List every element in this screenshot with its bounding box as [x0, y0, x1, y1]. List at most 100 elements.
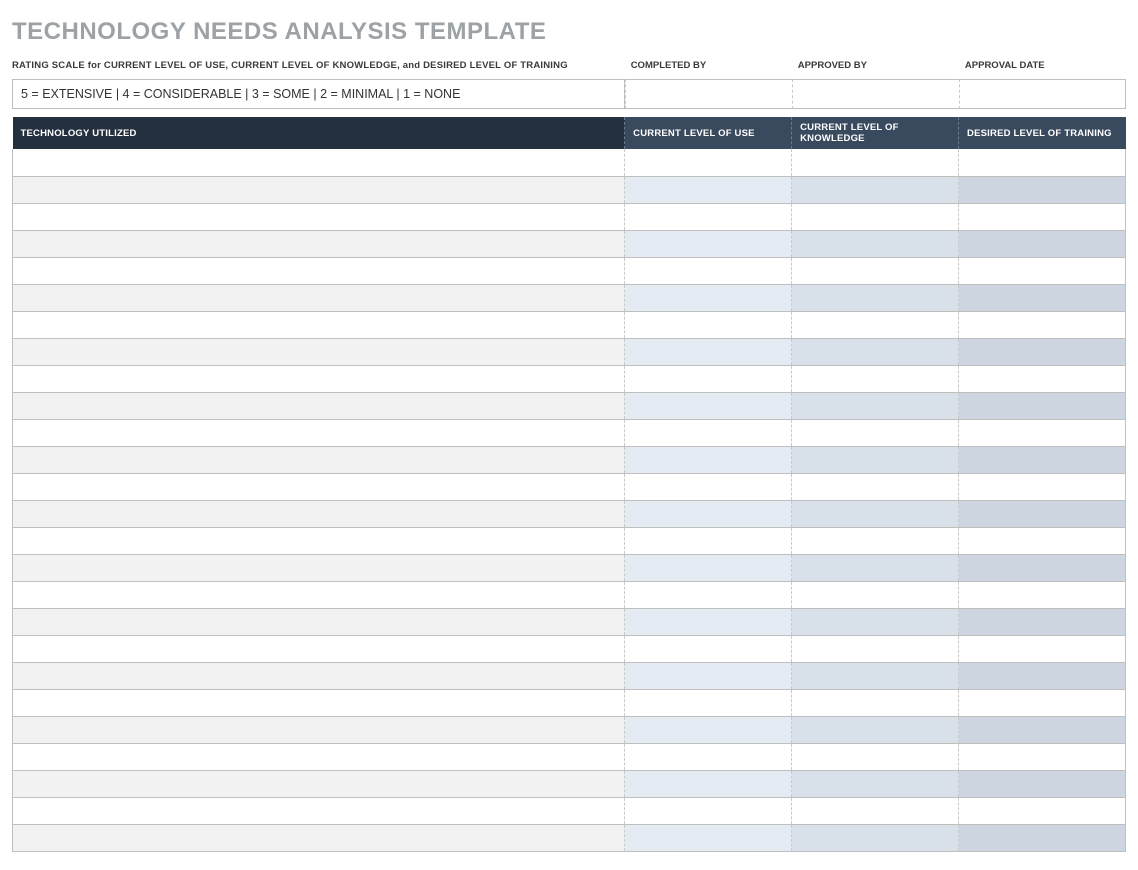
- cell-knowledge-input[interactable]: [792, 258, 958, 284]
- cell-use-input[interactable]: [625, 339, 791, 365]
- cell-knowledge-input[interactable]: [792, 474, 958, 500]
- cell-technology-input[interactable]: [13, 555, 624, 581]
- cell-use-input[interactable]: [625, 312, 791, 338]
- cell-knowledge-input[interactable]: [792, 663, 958, 689]
- cell-use-input[interactable]: [625, 366, 791, 392]
- cell-use-input[interactable]: [625, 177, 791, 203]
- cell-knowledge-input[interactable]: [792, 204, 958, 230]
- cell-technology-input[interactable]: [13, 339, 624, 365]
- cell-training-input[interactable]: [959, 285, 1125, 311]
- cell-knowledge-input[interactable]: [792, 149, 958, 176]
- cell-technology-input[interactable]: [13, 744, 624, 770]
- cell-knowledge-input[interactable]: [792, 231, 958, 257]
- cell-technology-input[interactable]: [13, 582, 624, 608]
- cell-use-input[interactable]: [625, 636, 791, 662]
- cell-training-input[interactable]: [959, 798, 1125, 824]
- cell-technology-input[interactable]: [13, 717, 624, 743]
- cell-training-input[interactable]: [959, 717, 1125, 743]
- cell-use-input[interactable]: [625, 420, 791, 446]
- cell-training-input[interactable]: [959, 501, 1125, 527]
- cell-knowledge-input[interactable]: [792, 393, 958, 419]
- cell-training-input[interactable]: [959, 393, 1125, 419]
- cell-knowledge-input[interactable]: [792, 447, 958, 473]
- cell-training-input[interactable]: [959, 258, 1125, 284]
- cell-use-input[interactable]: [625, 825, 791, 851]
- cell-use-input[interactable]: [625, 690, 791, 716]
- cell-use-input[interactable]: [625, 609, 791, 635]
- cell-training-input[interactable]: [959, 582, 1125, 608]
- cell-knowledge-input[interactable]: [792, 501, 958, 527]
- cell-use-input[interactable]: [625, 717, 791, 743]
- cell-training-input[interactable]: [959, 149, 1125, 176]
- cell-technology-input[interactable]: [13, 474, 624, 500]
- cell-technology-input[interactable]: [13, 663, 624, 689]
- cell-technology-input[interactable]: [13, 609, 624, 635]
- cell-training-input[interactable]: [959, 636, 1125, 662]
- cell-training-input[interactable]: [959, 312, 1125, 338]
- cell-use-input[interactable]: [625, 258, 791, 284]
- cell-use-input[interactable]: [625, 528, 791, 554]
- cell-knowledge-input[interactable]: [792, 609, 958, 635]
- cell-use-input[interactable]: [625, 204, 791, 230]
- cell-technology-input[interactable]: [13, 393, 624, 419]
- cell-training-input[interactable]: [959, 609, 1125, 635]
- cell-use-input[interactable]: [625, 231, 791, 257]
- cell-technology-input[interactable]: [13, 825, 624, 851]
- cell-use-input[interactable]: [625, 798, 791, 824]
- cell-technology-input[interactable]: [13, 501, 624, 527]
- cell-training-input[interactable]: [959, 663, 1125, 689]
- cell-training-input[interactable]: [959, 366, 1125, 392]
- cell-training-input[interactable]: [959, 771, 1125, 797]
- cell-use-input[interactable]: [625, 501, 791, 527]
- cell-training-input[interactable]: [959, 825, 1125, 851]
- cell-training-input[interactable]: [959, 528, 1125, 554]
- cell-technology-input[interactable]: [13, 366, 624, 392]
- cell-technology-input[interactable]: [13, 177, 624, 203]
- cell-technology-input[interactable]: [13, 447, 624, 473]
- cell-use-input[interactable]: [625, 663, 791, 689]
- cell-use-input[interactable]: [625, 447, 791, 473]
- cell-training-input[interactable]: [959, 555, 1125, 581]
- cell-knowledge-input[interactable]: [792, 285, 958, 311]
- cell-use-input[interactable]: [625, 285, 791, 311]
- cell-knowledge-input[interactable]: [792, 420, 958, 446]
- cell-technology-input[interactable]: [13, 231, 624, 257]
- cell-training-input[interactable]: [959, 204, 1125, 230]
- cell-training-input[interactable]: [959, 177, 1125, 203]
- cell-knowledge-input[interactable]: [792, 312, 958, 338]
- cell-technology-input[interactable]: [13, 636, 624, 662]
- cell-technology-input[interactable]: [13, 420, 624, 446]
- cell-knowledge-input[interactable]: [792, 825, 958, 851]
- cell-technology-input[interactable]: [13, 258, 624, 284]
- cell-training-input[interactable]: [959, 474, 1125, 500]
- cell-training-input[interactable]: [959, 231, 1125, 257]
- cell-use-input[interactable]: [625, 149, 791, 176]
- cell-knowledge-input[interactable]: [792, 771, 958, 797]
- cell-knowledge-input[interactable]: [792, 744, 958, 770]
- cell-technology-input[interactable]: [13, 149, 624, 176]
- cell-knowledge-input[interactable]: [792, 690, 958, 716]
- cell-technology-input[interactable]: [13, 798, 624, 824]
- cell-knowledge-input[interactable]: [792, 339, 958, 365]
- cell-knowledge-input[interactable]: [792, 177, 958, 203]
- cell-technology-input[interactable]: [13, 204, 624, 230]
- cell-knowledge-input[interactable]: [792, 528, 958, 554]
- cell-knowledge-input[interactable]: [792, 582, 958, 608]
- cell-use-input[interactable]: [625, 474, 791, 500]
- completed-by-input[interactable]: [625, 79, 792, 109]
- cell-knowledge-input[interactable]: [792, 555, 958, 581]
- cell-use-input[interactable]: [625, 744, 791, 770]
- cell-use-input[interactable]: [625, 393, 791, 419]
- cell-use-input[interactable]: [625, 771, 791, 797]
- cell-knowledge-input[interactable]: [792, 798, 958, 824]
- cell-knowledge-input[interactable]: [792, 366, 958, 392]
- cell-training-input[interactable]: [959, 744, 1125, 770]
- cell-training-input[interactable]: [959, 339, 1125, 365]
- cell-technology-input[interactable]: [13, 771, 624, 797]
- cell-technology-input[interactable]: [13, 528, 624, 554]
- cell-training-input[interactable]: [959, 420, 1125, 446]
- cell-training-input[interactable]: [959, 690, 1125, 716]
- cell-technology-input[interactable]: [13, 312, 624, 338]
- cell-use-input[interactable]: [625, 582, 791, 608]
- cell-training-input[interactable]: [959, 447, 1125, 473]
